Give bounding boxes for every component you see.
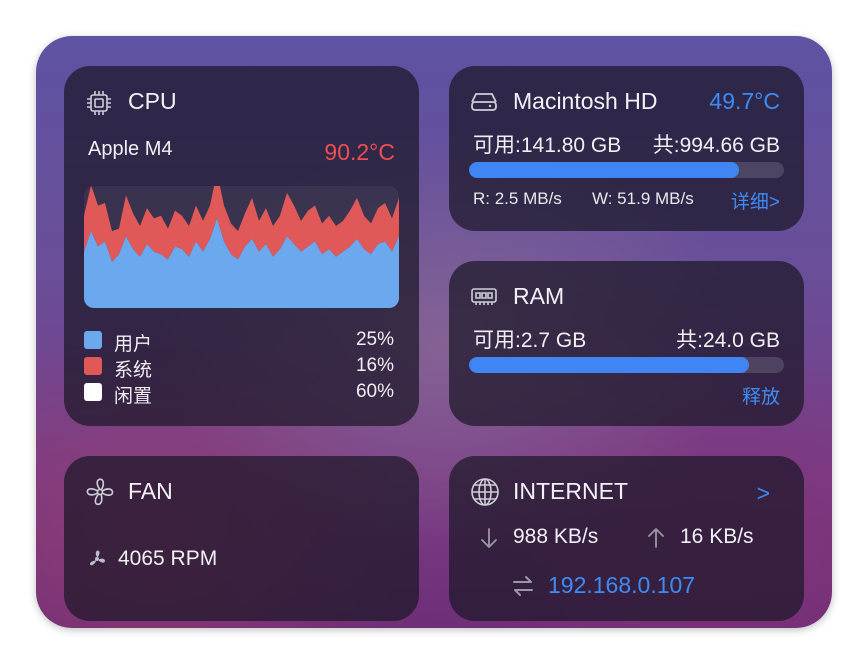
fan-title: FAN bbox=[128, 478, 173, 504]
legend-row-user: 用户 25% bbox=[84, 328, 394, 355]
legend-label-user: 用户 bbox=[114, 334, 153, 355]
disk-title: Macintosh HD bbox=[513, 88, 658, 114]
fan-card[interactable]: FAN 4065 RPM bbox=[64, 456, 419, 621]
ip-address: 192.168.0.107 bbox=[548, 572, 696, 598]
ram-usage-bar bbox=[469, 357, 784, 373]
legend-swatch-system bbox=[84, 357, 102, 375]
legend-label-idle: 闲置 bbox=[114, 386, 153, 407]
legend-swatch-user bbox=[84, 331, 102, 349]
cpu-usage-chart-svg bbox=[84, 186, 399, 308]
transfer-arrows-icon bbox=[513, 576, 533, 596]
globe-icon bbox=[471, 478, 499, 506]
cpu-temperature: 90.2°C bbox=[324, 139, 395, 165]
legend-row-idle: 闲置 60% bbox=[84, 380, 394, 407]
legend-value-idle: 60% bbox=[355, 381, 394, 402]
cpu-icon bbox=[87, 91, 111, 115]
fan-icon bbox=[86, 478, 114, 506]
ram-usage-fill bbox=[469, 357, 749, 373]
disk-usage-fill bbox=[469, 162, 739, 178]
disk-usage-bar bbox=[469, 162, 784, 178]
disk-card[interactable]: Macintosh HD 49.7°C 可用:141.80 GB 共:994.6… bbox=[449, 66, 804, 231]
ram-available: 可用:2.7 GB bbox=[473, 329, 587, 352]
fan-speed-value: 4065 RPM bbox=[118, 547, 218, 570]
legend-swatch-idle bbox=[84, 383, 102, 401]
legend-value-system: 16% bbox=[355, 355, 394, 376]
legend-label-system: 系统 bbox=[114, 360, 153, 381]
upload-speed: 16 KB/s bbox=[680, 525, 754, 548]
internet-more-button[interactable]: > bbox=[757, 480, 770, 507]
ram-title: RAM bbox=[513, 283, 565, 309]
ram-release-button[interactable]: 释放 bbox=[742, 382, 780, 409]
disk-total: 共:994.66 GB bbox=[652, 134, 780, 157]
cpu-card[interactable]: CPU Apple M4 90.2°C 用户 25% 系统 16% 闲置 60% bbox=[64, 66, 419, 426]
disk-detail-link[interactable]: 详细> bbox=[731, 187, 780, 214]
internet-card[interactable]: INTERNET > 988 KB/s 16 KB/s 192.168.0.10… bbox=[449, 456, 804, 621]
download-speed: 988 KB/s bbox=[513, 525, 599, 548]
disk-available: 可用:141.80 GB bbox=[473, 134, 622, 157]
download-arrow-icon bbox=[481, 528, 497, 548]
cpu-usage-chart bbox=[84, 186, 399, 308]
cpu-model: Apple M4 bbox=[88, 138, 173, 160]
ram-card[interactable]: RAM 可用:2.7 GB 共:24.0 GB 释放 bbox=[449, 261, 804, 426]
ram-total: 共:24.0 GB bbox=[676, 329, 780, 352]
fan-speed-icon bbox=[89, 550, 105, 566]
internet-title: INTERNET bbox=[513, 478, 628, 504]
upload-arrow-icon bbox=[648, 528, 664, 548]
memory-chip-icon bbox=[471, 288, 497, 305]
legend-row-system: 系统 16% bbox=[84, 354, 394, 381]
disk-temperature: 49.7°C bbox=[709, 88, 780, 114]
system-monitor-widget: CPU Apple M4 90.2°C 用户 25% 系统 16% 闲置 60% bbox=[36, 36, 832, 628]
legend-value-user: 25% bbox=[355, 329, 394, 350]
cpu-title: CPU bbox=[128, 88, 177, 114]
disk-write-speed: W: 51.9 MB/s bbox=[592, 189, 694, 208]
hard-drive-icon bbox=[471, 93, 497, 111]
disk-read-speed: R: 2.5 MB/s bbox=[473, 189, 562, 208]
